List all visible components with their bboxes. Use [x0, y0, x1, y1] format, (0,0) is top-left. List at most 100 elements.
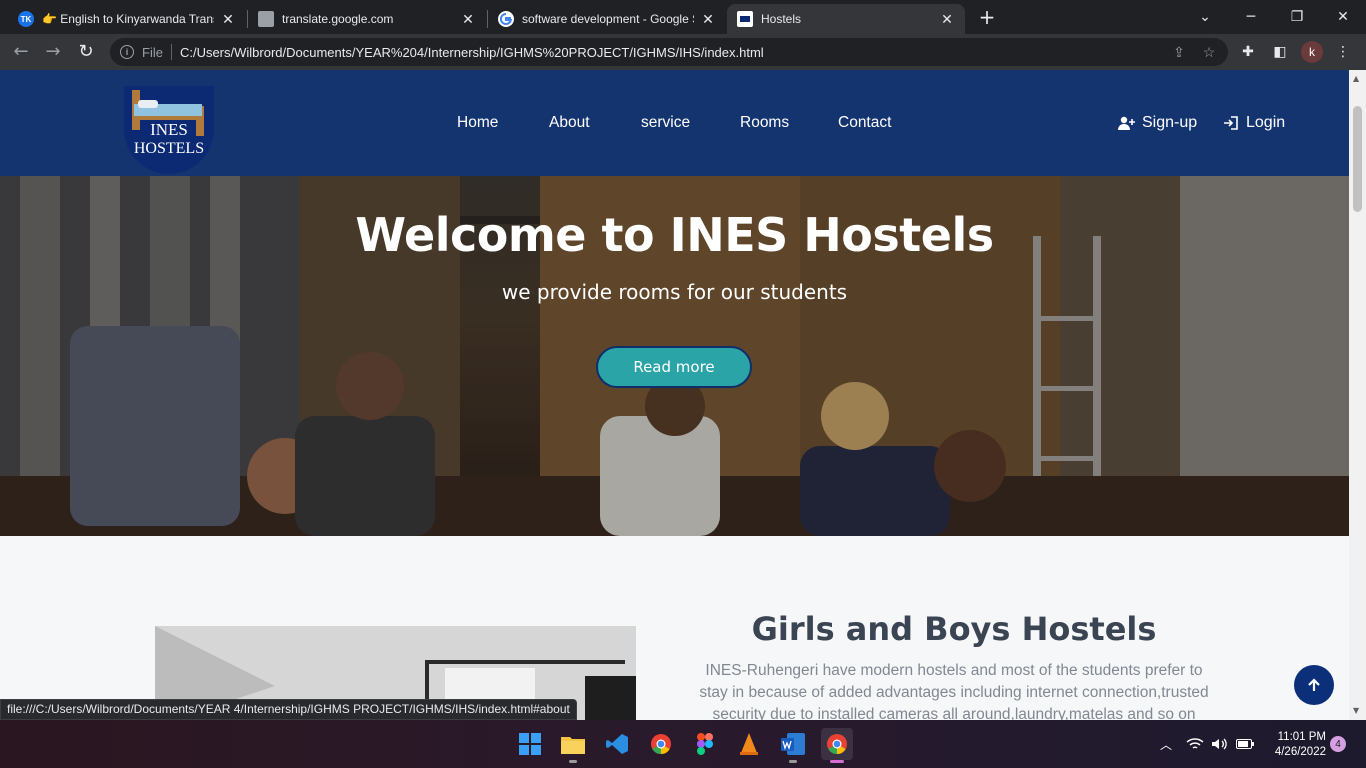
- nav-link-home[interactable]: Home: [457, 114, 498, 132]
- notification-badge[interactable]: 4: [1330, 736, 1346, 752]
- page-favicon-icon: [258, 11, 274, 27]
- tab-english-kinyarwanda[interactable]: TK 👉 English to Kinyarwanda Trans ✕: [8, 4, 246, 34]
- side-panel-icon[interactable]: ◧: [1270, 42, 1290, 62]
- close-icon[interactable]: ✕: [939, 11, 955, 28]
- clock-time: 11:01 PM: [1277, 731, 1326, 743]
- logo-text-hostels: HOSTELS: [133, 140, 205, 157]
- reload-icon[interactable]: ↻: [75, 41, 97, 63]
- nav-item-service[interactable]: service: [641, 70, 690, 176]
- site-logo[interactable]: INES HOSTELS: [124, 86, 214, 176]
- back-to-top-button[interactable]: [1294, 665, 1334, 705]
- share-icon[interactable]: ⇪: [1168, 44, 1190, 61]
- running-indicator: [569, 760, 577, 763]
- folder-icon: [561, 737, 585, 754]
- profile-avatar[interactable]: k: [1301, 41, 1323, 63]
- arrow-up-icon: [1308, 678, 1320, 691]
- link-status-preview: file:///C:/Users/Wilbrord/Documents/YEAR…: [0, 699, 577, 720]
- address-bar[interactable]: i File C:/Users/Wilbrord/Documents/YEAR%…: [110, 38, 1228, 66]
- nav-item-about[interactable]: About: [549, 70, 590, 176]
- clock-date: 4/26/2022: [1274, 746, 1326, 758]
- vscode-button[interactable]: [601, 728, 633, 760]
- hero-subtitle: we provide rooms for our students: [501, 280, 848, 304]
- new-tab-button[interactable]: +: [976, 6, 998, 28]
- vlc-icon: [740, 733, 758, 755]
- windows-logo-icon: [519, 733, 541, 755]
- nav-link-rooms[interactable]: Rooms: [740, 114, 789, 132]
- nav-item-contact[interactable]: Contact: [838, 70, 891, 176]
- scrollbar-thumb[interactable]: [1353, 106, 1362, 212]
- back-icon[interactable]: ←: [10, 41, 32, 63]
- nav-item-rooms[interactable]: Rooms: [740, 70, 789, 176]
- tab-title: translate.google.com: [282, 12, 394, 26]
- chrome-icon: [651, 734, 671, 755]
- info-icon[interactable]: i: [120, 45, 134, 59]
- volume-icon[interactable]: [1211, 720, 1229, 768]
- forward-icon[interactable]: →: [42, 41, 64, 63]
- minimize-icon[interactable]: ─: [1228, 0, 1274, 34]
- browser-tab-strip: TK 👉 English to Kinyarwanda Trans ✕ tran…: [0, 0, 1366, 34]
- close-window-icon[interactable]: ✕: [1320, 0, 1366, 34]
- tab-software-development[interactable]: software development - Google S ✕: [488, 4, 726, 34]
- google-favicon-icon: [498, 11, 514, 27]
- chrome-button[interactable]: [645, 728, 677, 760]
- start-button[interactable]: [514, 728, 546, 760]
- hostels-favicon-icon: [737, 11, 753, 27]
- tab-title: software development - Google S: [522, 12, 694, 26]
- nav-link-contact[interactable]: Contact: [838, 114, 891, 132]
- nav-item-home[interactable]: Home: [457, 70, 498, 176]
- url-text[interactable]: C:/Users/Wilbrord/Documents/YEAR%204/Int…: [180, 45, 1168, 60]
- windows-taskbar: ︿: [0, 720, 1366, 768]
- user-plus-icon: [1118, 116, 1135, 130]
- vscode-icon: [606, 734, 628, 754]
- about-title: Girls and Boys Hostels: [751, 610, 1157, 648]
- running-indicator: [789, 760, 797, 763]
- tab-search-icon[interactable]: ⌄: [1182, 0, 1228, 34]
- chrome-icon: [827, 734, 847, 755]
- read-more-button[interactable]: Read more: [596, 346, 752, 388]
- divider: [170, 44, 172, 60]
- about-description: INES-Ruhengeri have modern hostels and m…: [699, 662, 1209, 720]
- restore-icon[interactable]: ❐: [1274, 0, 1320, 34]
- scheme-label: File: [142, 44, 163, 60]
- tk-favicon-icon: TK: [18, 11, 34, 27]
- logo-emblem: INES HOSTELS: [124, 86, 214, 174]
- close-icon[interactable]: ✕: [460, 11, 476, 28]
- scroll-down-arrow-icon[interactable]: ▼: [1353, 706, 1359, 715]
- hero-section: Welcome to INES Hostels we provide rooms…: [0, 176, 1349, 536]
- nav-link-service[interactable]: service: [641, 114, 690, 132]
- wifi-icon[interactable]: [1186, 720, 1204, 768]
- menu-icon[interactable]: ⋮: [1333, 42, 1353, 62]
- login-icon: [1224, 116, 1238, 130]
- show-hidden-icons-icon[interactable]: ︿: [1160, 720, 1172, 768]
- logo-text-ines: INES: [150, 120, 188, 139]
- taskbar-clock[interactable]: 11:01 PM 4/26/2022: [1262, 730, 1326, 760]
- active-indicator: [830, 760, 844, 763]
- tab-title: 👉 English to Kinyarwanda Trans: [42, 12, 214, 26]
- page-viewport: INES HOSTELS Home About service Rooms Co…: [0, 70, 1349, 720]
- close-icon[interactable]: ✕: [220, 11, 236, 28]
- browser-toolbar: ← → ↻ i File C:/Users/Wilbrord/Documents…: [0, 34, 1366, 70]
- word-icon: [781, 733, 805, 755]
- chrome-active-button[interactable]: [821, 728, 853, 763]
- login-link[interactable]: Login: [1222, 114, 1285, 132]
- figma-icon: [697, 733, 713, 755]
- page-scrollbar[interactable]: ▲ ▼: [1349, 70, 1366, 720]
- word-button[interactable]: [777, 728, 809, 763]
- tab-translate-google[interactable]: translate.google.com ✕: [248, 4, 486, 34]
- bookmark-star-icon[interactable]: ☆: [1198, 44, 1220, 61]
- site-header: INES HOSTELS Home About service Rooms Co…: [0, 70, 1349, 176]
- battery-icon[interactable]: [1236, 720, 1254, 768]
- login-label: Login: [1246, 114, 1286, 131]
- figma-button[interactable]: [689, 728, 721, 760]
- nav-link-about[interactable]: About: [549, 114, 590, 132]
- signup-label: Sign-up: [1142, 114, 1198, 131]
- scroll-up-arrow-icon[interactable]: ▲: [1353, 74, 1359, 83]
- signup-link[interactable]: Sign-up: [1118, 114, 1197, 132]
- extensions-icon[interactable]: ✚: [1238, 42, 1258, 62]
- hero-title: Welcome to INES Hostels: [355, 208, 994, 262]
- tab-title: Hostels: [761, 12, 802, 26]
- file-explorer-button[interactable]: [557, 728, 589, 763]
- close-icon[interactable]: ✕: [700, 11, 716, 28]
- vlc-button[interactable]: [733, 728, 765, 760]
- tab-hostels[interactable]: Hostels ✕: [727, 4, 965, 34]
